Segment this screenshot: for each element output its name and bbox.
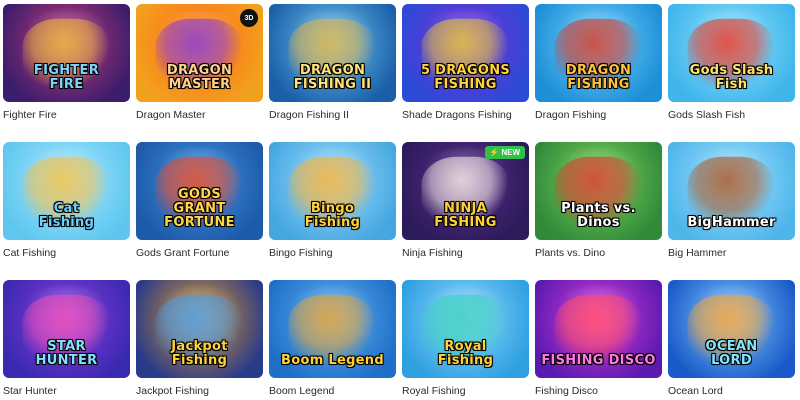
- new-badge: ⚡ NEW: [485, 146, 525, 159]
- game-card[interactable]: NINJA FISHING ⚡ NEW Ninja Fishing: [402, 142, 529, 259]
- game-title[interactable]: Ocean Lord: [668, 385, 800, 397]
- game-logo: DRAGON FISHING: [565, 63, 632, 92]
- game-thumbnail[interactable]: Gods Slash Fish: [668, 4, 795, 102]
- game-logo: Royal Fishing: [437, 339, 494, 368]
- game-thumbnail[interactable]: BigHammer: [668, 142, 795, 240]
- game-logo: Jackpot Fishing: [171, 339, 228, 368]
- game-logo: DRAGON FISHING II: [293, 63, 372, 92]
- game-thumbnail[interactable]: STAR HUNTER: [3, 280, 130, 378]
- game-thumbnail[interactable]: Cat Fishing: [3, 142, 130, 240]
- game-thumbnail[interactable]: FIGHTER FIRE: [3, 4, 130, 102]
- game-thumbnail[interactable]: DRAGON FISHING II: [269, 4, 396, 102]
- game-logo: BigHammer: [687, 215, 776, 230]
- game-card[interactable]: Jackpot Fishing Jackpot Fishing: [136, 280, 263, 397]
- game-card[interactable]: Cat Fishing Cat Fishing: [3, 142, 130, 259]
- game-card[interactable]: STAR HUNTER Star Hunter: [3, 280, 130, 397]
- game-logo: GODS GRANT FORTUNE: [164, 187, 235, 230]
- game-logo: NINJA FISHING: [434, 201, 497, 230]
- provider-logo: 3D: [240, 9, 258, 27]
- game-logo: DRAGON MASTER: [166, 63, 233, 92]
- game-card[interactable]: Plants vs. Dinos Plants vs. Dino: [535, 142, 662, 259]
- game-title[interactable]: Gods Slash Fish: [668, 109, 800, 121]
- game-thumbnail[interactable]: Boom Legend: [269, 280, 396, 378]
- game-card[interactable]: OCEAN LORD Ocean Lord: [668, 280, 795, 397]
- game-thumbnail[interactable]: DRAGON MASTER 3D: [136, 4, 263, 102]
- game-card[interactable]: Royal Fishing Royal Fishing: [402, 280, 529, 397]
- lightning-icon: ⚡: [489, 148, 500, 157]
- game-card[interactable]: DRAGON MASTER 3D Dragon Master: [136, 4, 263, 121]
- game-thumbnail[interactable]: Royal Fishing: [402, 280, 529, 378]
- game-logo: Boom Legend: [281, 353, 384, 368]
- game-logo: Bingo Fishing: [304, 201, 361, 230]
- game-logo: 5 DRAGONS FISHING: [420, 63, 511, 92]
- game-thumbnail[interactable]: GODS GRANT FORTUNE: [136, 142, 263, 240]
- game-logo: Plants vs. Dinos: [561, 201, 636, 230]
- game-logo: FIGHTER FIRE: [33, 63, 100, 92]
- game-card[interactable]: 5 DRAGONS FISHING Shade Dragons Fishing: [402, 4, 529, 121]
- game-card[interactable]: Boom Legend Boom Legend: [269, 280, 396, 397]
- game-card[interactable]: FIGHTER FIRE Fighter Fire: [3, 4, 130, 121]
- game-thumbnail[interactable]: NINJA FISHING ⚡ NEW: [402, 142, 529, 240]
- game-thumbnail[interactable]: Bingo Fishing: [269, 142, 396, 240]
- game-thumbnail[interactable]: 5 DRAGONS FISHING: [402, 4, 529, 102]
- game-title[interactable]: Big Hammer: [668, 247, 800, 259]
- game-card[interactable]: Bingo Fishing Bingo Fishing: [269, 142, 396, 259]
- game-card[interactable]: Gods Slash Fish Gods Slash Fish: [668, 4, 795, 121]
- game-card[interactable]: FISHING DISCO Fishing Disco: [535, 280, 662, 397]
- game-grid: FIGHTER FIRE Fighter Fire DRAGON MASTER 3D D…: [0, 0, 800, 400]
- game-thumbnail[interactable]: Plants vs. Dinos: [535, 142, 662, 240]
- game-card[interactable]: DRAGON FISHING Dragon Fishing: [535, 4, 662, 121]
- game-logo: Gods Slash Fish: [689, 63, 774, 92]
- game-thumbnail[interactable]: DRAGON FISHING: [535, 4, 662, 102]
- game-logo: Cat Fishing: [38, 201, 95, 230]
- game-logo: STAR HUNTER: [35, 339, 98, 368]
- game-card[interactable]: BigHammer Big Hammer: [668, 142, 795, 259]
- game-logo: FISHING DISCO: [541, 353, 656, 368]
- game-thumbnail[interactable]: Jackpot Fishing: [136, 280, 263, 378]
- game-thumbnail[interactable]: FISHING DISCO: [535, 280, 662, 378]
- game-card[interactable]: DRAGON FISHING II Dragon Fishing II: [269, 4, 396, 121]
- game-card[interactable]: GODS GRANT FORTUNE Gods Grant Fortune: [136, 142, 263, 259]
- badge-label: NEW: [501, 148, 520, 157]
- game-thumbnail[interactable]: OCEAN LORD: [668, 280, 795, 378]
- game-logo: OCEAN LORD: [705, 339, 758, 368]
